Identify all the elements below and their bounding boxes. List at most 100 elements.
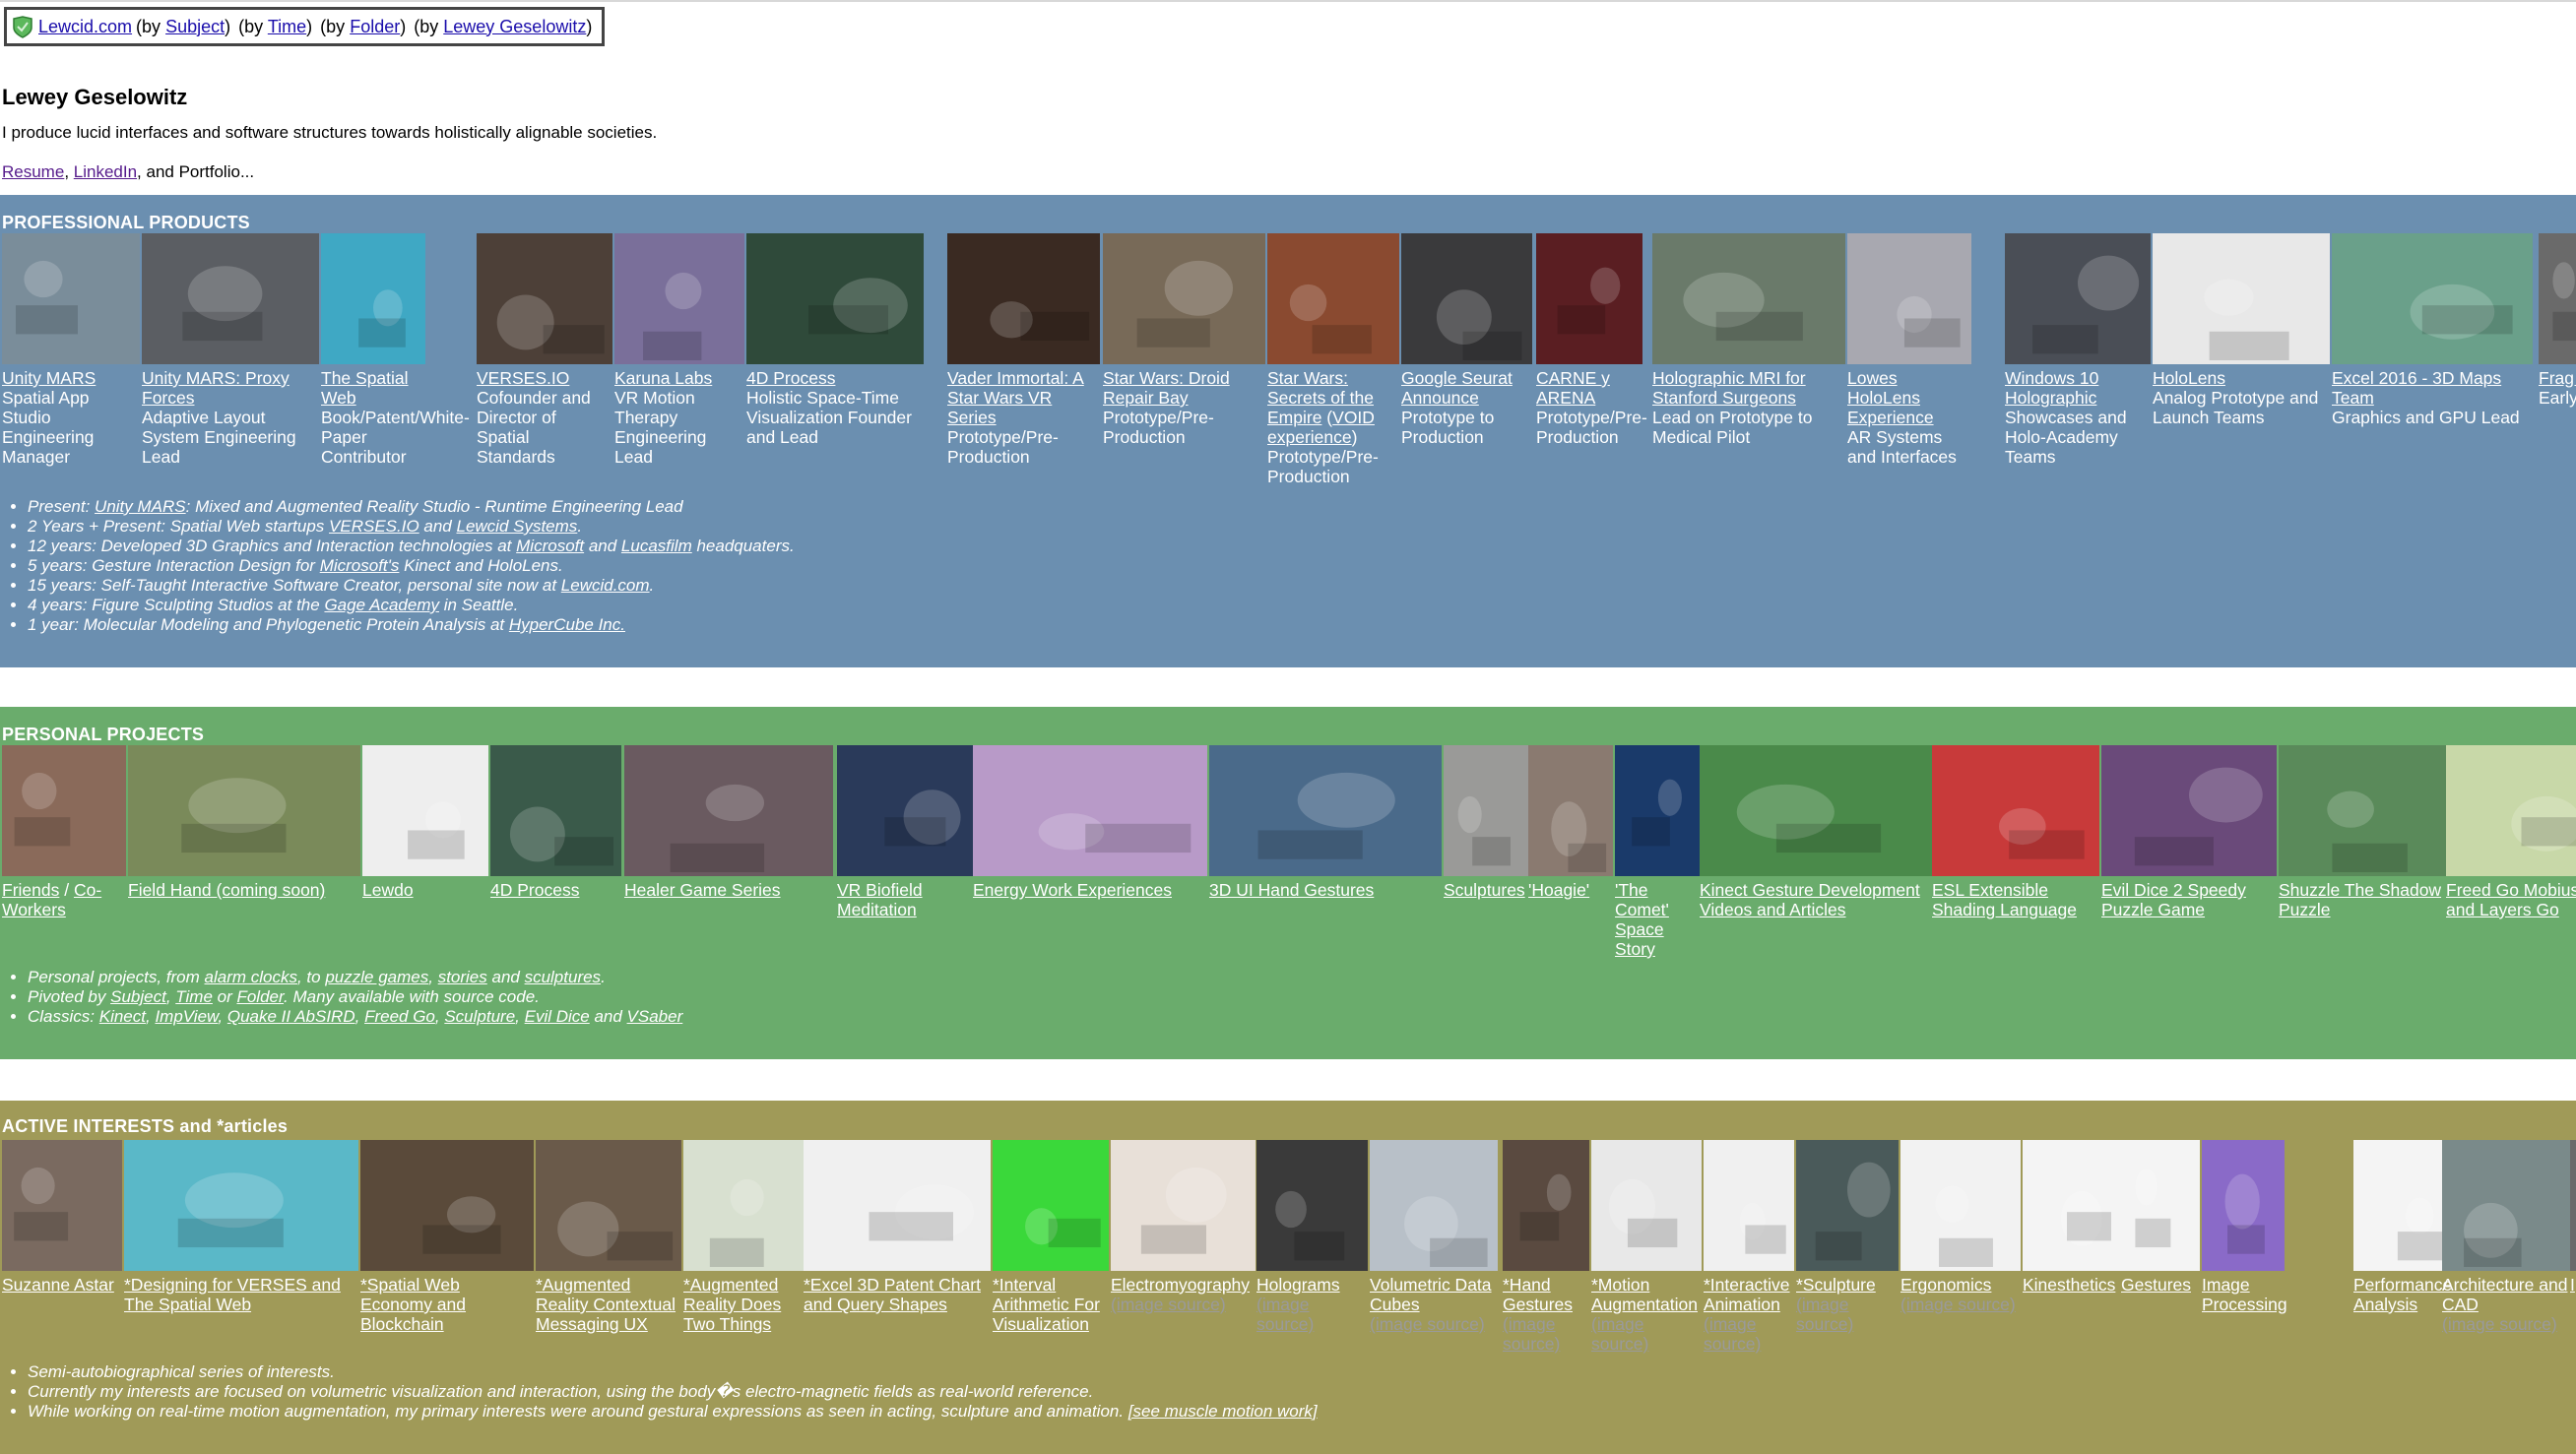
tile-link[interactable]: *Interval Arithmetic For Visualization xyxy=(993,1275,1100,1334)
bullet-link[interactable]: Subject xyxy=(110,987,166,1006)
bullet-link[interactable]: VERSES.IO xyxy=(329,517,419,536)
thumbnail-link[interactable] xyxy=(2446,745,2576,876)
image-source-link[interactable]: (image source) xyxy=(1111,1295,1254,1314)
tile-link[interactable]: HoloLens xyxy=(2153,368,2225,388)
resume-link[interactable]: Resume xyxy=(2,162,64,181)
tile-link[interactable]: Star Wars: Droid Repair Bay xyxy=(1103,368,1230,408)
tile-link[interactable]: Gestures xyxy=(2121,1275,2191,1295)
thumbnail-link[interactable] xyxy=(614,233,744,364)
tile-link[interactable]: Windows 10 Holographic xyxy=(2005,368,2098,408)
bullet-link[interactable]: Evil Dice xyxy=(525,1007,590,1026)
thumbnail-link[interactable] xyxy=(2023,1140,2121,1271)
by-folder-link[interactable]: Folder xyxy=(350,17,400,36)
thumbnail-link[interactable] xyxy=(2353,1140,2454,1271)
bullet-link[interactable]: [see muscle motion work] xyxy=(1128,1402,1318,1421)
thumbnail-link[interactable] xyxy=(746,233,924,364)
thumbnail-link[interactable] xyxy=(2005,233,2151,364)
thumbnail-link[interactable] xyxy=(1444,745,1528,876)
bullet-link[interactable]: Quake II AbSIRD xyxy=(227,1007,355,1026)
tile-link[interactable]: Electromyography xyxy=(1111,1275,1250,1295)
bullet-link[interactable]: Lucasfilm xyxy=(621,537,692,555)
thumbnail-link[interactable] xyxy=(1370,1140,1498,1271)
thumbnail-link[interactable] xyxy=(1700,745,1932,876)
linkedin-link[interactable]: LinkedIn xyxy=(74,162,137,181)
image-source-link[interactable]: (image source) xyxy=(1591,1314,1700,1354)
tile-link[interactable]: Karuna Labs xyxy=(614,368,712,388)
bullet-link[interactable]: Lewcid.com xyxy=(561,576,650,595)
thumbnail-link[interactable] xyxy=(1932,745,2099,876)
tile-link[interactable]: VR Biofield Meditation xyxy=(837,880,923,919)
thumbnail-link[interactable] xyxy=(2,745,126,876)
thumbnail-link[interactable] xyxy=(2101,745,2277,876)
tile-link[interactable]: Holographic MRI for Stanford Surgeons xyxy=(1652,368,1806,408)
thumbnail-link[interactable] xyxy=(360,1140,534,1271)
thumbnail-link[interactable] xyxy=(124,1140,358,1271)
tile-link[interactable]: Unity MARS xyxy=(2,368,96,388)
tile-link[interactable]: Frag (Hol xyxy=(2539,368,2576,388)
tile-link[interactable]: Sculptures xyxy=(1444,880,1525,900)
image-source-link[interactable]: (image source) xyxy=(1704,1314,1792,1354)
bullet-link[interactable]: Freed Go xyxy=(364,1007,435,1026)
tile-link[interactable]: 'The Comet' Space Story xyxy=(1615,880,1669,959)
tile-link[interactable]: ESL Extensible Shading Language xyxy=(1932,880,2077,919)
tile-link[interactable]: *Designing for VERSES and The Spatial We… xyxy=(124,1275,341,1314)
tile-link[interactable]: Lowes HoloLens Experience xyxy=(1847,368,1934,427)
thumbnail-link[interactable] xyxy=(2332,233,2533,364)
bullet-link[interactable]: Microsoft xyxy=(516,537,584,555)
thumbnail-link[interactable] xyxy=(321,233,425,364)
tile-link[interactable]: Image Processing xyxy=(2202,1275,2287,1314)
tile-link[interactable]: Ergonomics xyxy=(1900,1275,1991,1295)
thumbnail-link[interactable] xyxy=(536,1140,681,1271)
thumbnail-link[interactable] xyxy=(1900,1140,2021,1271)
thumbnail-link[interactable] xyxy=(1536,233,1642,364)
bullet-link[interactable]: puzzle games xyxy=(325,968,428,986)
thumbnail-link[interactable] xyxy=(804,1140,991,1271)
thumbnail-link[interactable] xyxy=(837,745,973,876)
thumbnail-link[interactable] xyxy=(1401,233,1532,364)
bullet-link[interactable]: Folder xyxy=(236,987,284,1006)
bullet-link[interactable]: stories xyxy=(438,968,487,986)
thumbnail-link[interactable] xyxy=(683,1140,804,1271)
tile-link[interactable]: VERSES.IO xyxy=(477,368,569,388)
thumbnail-link[interactable] xyxy=(2279,745,2446,876)
thumbnail-link[interactable] xyxy=(2570,1140,2576,1271)
image-source-link[interactable]: (image source) xyxy=(1370,1314,1496,1334)
tile-link[interactable]: *Interactive Animation xyxy=(1704,1275,1790,1314)
by-subject-link[interactable]: Subject xyxy=(165,17,225,36)
thumbnail-link[interactable] xyxy=(1591,1140,1702,1271)
bullet-link[interactable]: HyperCube Inc. xyxy=(509,615,625,634)
bullet-link[interactable]: alarm clocks xyxy=(205,968,297,986)
bullet-link[interactable]: VSaber xyxy=(627,1007,683,1026)
thumbnail-link[interactable] xyxy=(2,1140,122,1271)
thumbnail-link[interactable] xyxy=(1503,1140,1589,1271)
bullet-link[interactable]: Lewcid Systems xyxy=(456,517,577,536)
tile-link[interactable]: Field Hand (coming soon) xyxy=(128,880,325,900)
tile-link[interactable]: Volumetric Data Cubes xyxy=(1370,1275,1492,1314)
tile-link[interactable]: 'Hoagie' xyxy=(1528,880,1589,900)
bullet-link[interactable]: Microsoft's xyxy=(320,556,400,575)
bullet-link[interactable]: Sculpture xyxy=(444,1007,515,1026)
by-time-link[interactable]: Time xyxy=(268,17,306,36)
thumbnail-link[interactable] xyxy=(1615,745,1700,876)
thumbnail-link[interactable] xyxy=(1209,745,1442,876)
thumbnail-link[interactable] xyxy=(993,1140,1109,1271)
tile-link[interactable]: Friends xyxy=(2,880,59,900)
thumbnail-link[interactable] xyxy=(2202,1140,2285,1271)
thumbnail-link[interactable] xyxy=(1267,233,1399,364)
bullet-link[interactable]: ImpView xyxy=(155,1007,218,1026)
thumbnail-link[interactable] xyxy=(490,745,621,876)
tile-link[interactable]: Architecture and CAD xyxy=(2442,1275,2567,1314)
thumbnail-link[interactable] xyxy=(947,233,1100,364)
thumbnail-link[interactable] xyxy=(973,745,1207,876)
tile-link[interactable]: Excel 2016 - 3D Maps Team xyxy=(2332,368,2501,408)
thumbnail-link[interactable] xyxy=(2,233,140,364)
bullet-link[interactable]: Gage Academy xyxy=(324,596,439,614)
thumbnail-link[interactable] xyxy=(1111,1140,1256,1271)
thumbnail-link[interactable] xyxy=(1652,233,1845,364)
thumbnail-link[interactable] xyxy=(128,745,360,876)
tile-link[interactable]: *Spatial Web Economy and Blockchain xyxy=(360,1275,466,1334)
thumbnail-link[interactable] xyxy=(362,745,488,876)
tile-link[interactable]: I xyxy=(2570,1275,2575,1295)
image-source-link[interactable]: (image source) xyxy=(1900,1295,2019,1314)
tile-link[interactable]: Vader Immortal: A Star Wars VR Series xyxy=(947,368,1084,427)
